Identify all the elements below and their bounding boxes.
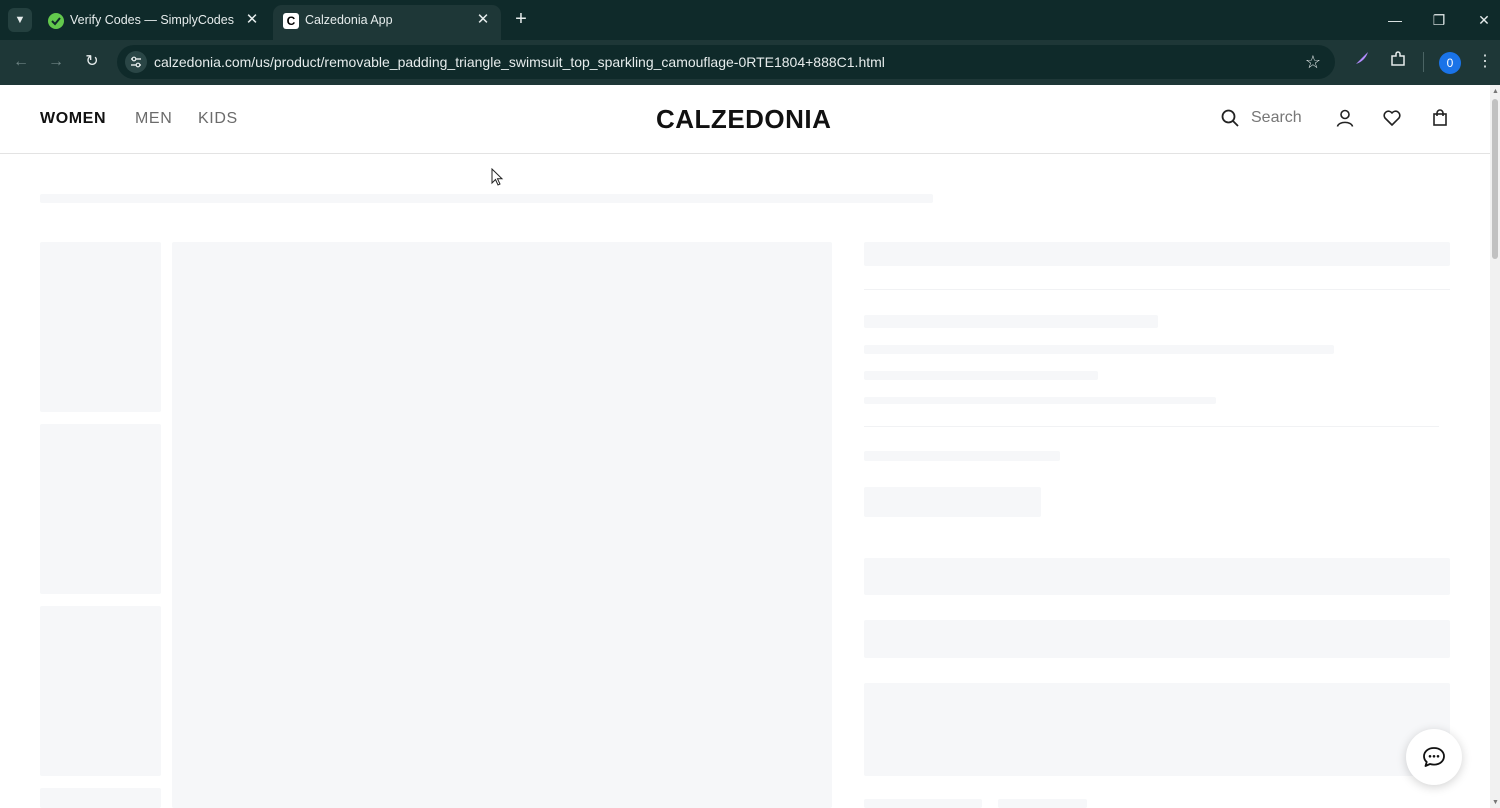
divider (864, 289, 1450, 290)
tab-skeleton (998, 799, 1087, 808)
page-scrollbar[interactable]: ▲ ▼ (1490, 85, 1500, 808)
size-selector-skeleton (864, 558, 1450, 595)
scroll-down-icon[interactable]: ▼ (1492, 799, 1499, 806)
main-image-skeleton (172, 242, 832, 808)
mouse-cursor-icon (491, 168, 504, 186)
restore-icon[interactable]: ❐ (1424, 8, 1454, 32)
back-icon[interactable]: ← (9, 50, 33, 74)
minimize-icon[interactable]: — (1380, 8, 1410, 32)
extensions-puzzle-icon[interactable] (1386, 50, 1410, 74)
nav-men[interactable]: MEN (135, 110, 172, 128)
scroll-up-icon[interactable]: ▲ (1492, 88, 1499, 95)
color-label-skeleton (864, 451, 1060, 461)
account-icon[interactable] (1335, 108, 1355, 133)
wishlist-heart-icon[interactable] (1382, 108, 1402, 133)
chat-button[interactable] (1406, 729, 1462, 785)
search-icon[interactable] (1220, 108, 1240, 133)
tab-list-button[interactable]: ▼ (8, 8, 32, 32)
thumbnail-skeleton (40, 242, 161, 412)
tab-title: Calzedonia App (305, 13, 393, 27)
profile-avatar[interactable]: 0 (1439, 52, 1461, 74)
simplycodes-favicon-icon (48, 13, 64, 29)
divider (864, 426, 1439, 427)
forward-icon[interactable]: → (44, 50, 68, 74)
browser-tab-strip: ▼ Verify Codes — SimplyCodes ✕ C Calzedo… (0, 0, 1500, 40)
url-text: calzedonia.com/us/product/removable_padd… (154, 54, 885, 70)
text-line-skeleton (864, 397, 1216, 404)
calzedonia-favicon-icon: C (283, 13, 299, 29)
text-line-skeleton (864, 345, 1334, 354)
browser-toolbar: ← → ↻ calzedonia.com/us/product/removabl… (0, 40, 1500, 85)
site-header: WOMEN MEN KIDS CALZEDONIA Search (0, 85, 1490, 154)
chevron-down-icon: ▼ (14, 14, 26, 26)
breadcrumb-skeleton (40, 194, 933, 203)
scrollbar-thumb[interactable] (1492, 99, 1498, 259)
tab-calzedonia[interactable]: C Calzedonia App ✕ (273, 5, 501, 40)
reload-icon[interactable]: ↻ (80, 50, 104, 74)
extension-feather-icon[interactable] (1350, 50, 1374, 74)
thumbnail-skeleton (40, 606, 161, 776)
shopping-bag-icon[interactable] (1430, 108, 1450, 133)
close-icon[interactable]: ✕ (473, 10, 493, 30)
nav-women[interactable]: WOMEN (40, 110, 106, 128)
window-close-icon[interactable]: ✕ (1469, 8, 1499, 32)
toolbar-divider (1423, 52, 1424, 72)
price-skeleton (864, 315, 1158, 328)
bookmark-star-icon[interactable]: ☆ (1305, 51, 1321, 73)
info-panel-skeleton (864, 683, 1450, 776)
thumbnail-skeleton (40, 424, 161, 594)
tab-title: Verify Codes — SimplyCodes (70, 13, 234, 27)
add-to-bag-skeleton (864, 620, 1450, 658)
nav-kids[interactable]: KIDS (198, 110, 238, 128)
thumbnail-skeleton (40, 788, 161, 808)
tab-skeleton (864, 799, 982, 808)
text-line-skeleton (864, 371, 1098, 380)
site-info-icon[interactable] (125, 51, 147, 73)
address-bar[interactable]: calzedonia.com/us/product/removable_padd… (117, 45, 1335, 79)
menu-dots-icon[interactable]: ⋮ (1473, 50, 1497, 74)
close-icon[interactable]: ✕ (242, 10, 262, 30)
new-tab-icon[interactable]: + (509, 8, 533, 32)
chat-bubble-icon (1423, 747, 1445, 767)
swatch-skeleton (864, 487, 1041, 517)
tab-simplycodes[interactable]: Verify Codes — SimplyCodes ✕ (38, 5, 270, 40)
search-label[interactable]: Search (1251, 109, 1302, 127)
title-skeleton (864, 242, 1450, 266)
site-logo[interactable]: CALZEDONIA (656, 104, 831, 135)
